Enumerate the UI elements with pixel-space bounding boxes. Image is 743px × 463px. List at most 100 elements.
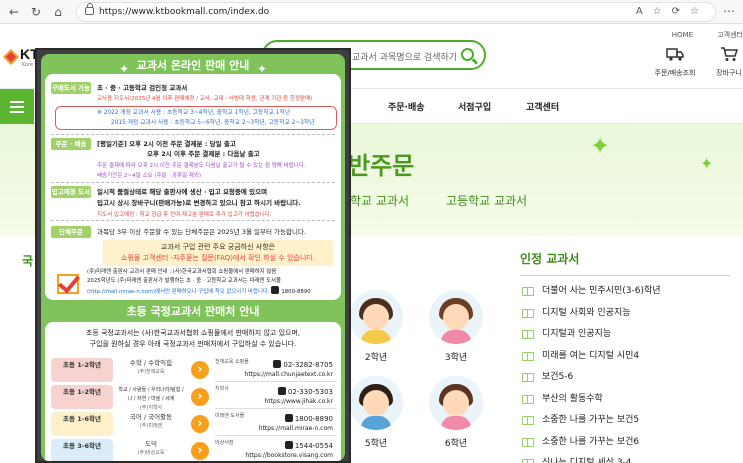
approved-textbook-item[interactable]: 소중한 나를 가꾸는 보건5 [508, 413, 743, 435]
url-text: https://www.ktbookmall.com/index.do [99, 7, 270, 17]
approved-textbook-item[interactable]: 디지털과 인공지능 [508, 327, 743, 349]
tab-actions-icon[interactable]: ⋯ [723, 4, 735, 18]
order-note2: 배송기간은 2~4일 소요 (주말 · 공휴일 제외) [97, 173, 202, 179]
order-line1: [평일기준] 오후 2시 이전 주문 결제분 : 당일 출고 [97, 140, 236, 148]
arrow-right-icon: › [191, 388, 209, 406]
grade-box: 초등 1-2학년 [51, 385, 113, 409]
phone-icon [271, 286, 280, 294]
top-link-home[interactable]: HOME [672, 31, 693, 39]
approved-textbook-item[interactable]: 디지털 사회와 인공지능 [508, 306, 743, 328]
approved-textbook-item[interactable]: 부산의 활동수학 [508, 392, 743, 414]
phone-icon [284, 441, 293, 449]
top-link-support[interactable]: 고객센터 [717, 31, 743, 39]
textbook-title: 디지털과 인공지능 [542, 329, 612, 339]
order-line2: 오후 2시 이후 주문 결제분 : 다음날 출고 [147, 150, 260, 158]
seller-publisher: (주)비상교육 [137, 450, 165, 456]
section2-title: 초등 국정교과서 판매처 안내 [126, 305, 260, 318]
vendor-name: 천재교육 쇼핑몰 [215, 359, 249, 365]
arrow-right-icon: › [191, 442, 209, 460]
back-arrow-icon[interactable]: ← [6, 4, 22, 20]
grade-box: 초등 1-2학년 [51, 358, 113, 382]
high-school-link[interactable]: 고등학교 교과서 [446, 192, 527, 209]
section2-line2: 구입을 원하실 경우 아래 국정교과서 판매처에서 구입하실 수 있습니다. [89, 340, 297, 348]
restock-line1: 일시적 품절상태로 해당 출판사에 생산 · 입고 요청중에 있으며 [97, 188, 268, 196]
purchase-line1: 초 · 중 · 고등학교 검인정 교과서 [97, 84, 188, 92]
nav-item-support[interactable]: 고객센터 [526, 100, 559, 113]
search-icon[interactable] [461, 48, 474, 61]
grade-3-button[interactable]: 3학년 [426, 290, 486, 363]
mirae-phone: 1800-8890 [281, 289, 311, 295]
vendor-phone: 1544-0554 [284, 441, 333, 450]
vendor-name: 비상서점 [215, 440, 234, 446]
faq-line2: 쇼핑몰 고객센터 -자주묻는 질문(FAQ)에서 확인 하실 수 있습니다. [121, 254, 315, 262]
vendor-box[interactable]: 지학사 02-330-5303 https://www.jihak.co.kr [215, 385, 337, 409]
grade-label: 5학년 [364, 439, 388, 449]
book-icon [522, 437, 534, 447]
star-decoration-icon: ✦ [700, 154, 714, 173]
vendor-phone: 02-3282-8705 [273, 360, 333, 369]
approved-textbook-item[interactable]: 신나는 디지털 세상 3-4 [508, 456, 743, 463]
seller-grade: 초등 1-6학년 [63, 415, 101, 423]
cart-button[interactable]: 장바구니 [704, 46, 743, 78]
online-sales-panel: 구매도서 가능 초 · 중 · 고등학교 검인정 교과서 교사용 지도서(202… [45, 74, 341, 300]
restock-note: 지도서 입고예정 : 학교 검급 후 잔여 재고분 판매로 추가 입고가 어렵습… [97, 212, 272, 218]
vendor-name: 지학사 [215, 386, 229, 392]
site-logo-sub: Kore [22, 62, 34, 68]
faq-notice[interactable]: 교과서 구입 관련 주요 궁금하신 사항은 쇼핑몰 고객센터 -자주묻는 질문(… [103, 240, 333, 266]
seller-subject: 국어 / 국어활동 [129, 413, 173, 421]
book-icon [522, 394, 534, 404]
popup-content: ✦ 교과서 온라인 판매 안내 ✦ 구매도서 가능 초 · 중 · 고등학교 검… [41, 54, 345, 461]
textbook-title: 디지털 사회와 인공지능 [542, 307, 631, 318]
vendor-box[interactable]: 천재교육 쇼핑몰 02-3282-8705 https://mall.chunjae… [215, 358, 337, 382]
seller-subject: 수학 / 수학익힘 [129, 359, 173, 367]
vendor-phone: 02-330-5303 [277, 387, 333, 396]
grade-2-button[interactable]: 2학년 [346, 290, 406, 363]
student-avatar-icon [349, 376, 403, 430]
mirae-line3[interactable]: (http://mall.mirae-n.com)에서만 판매하오니 구입에 착… [87, 289, 270, 295]
group-order-label: 단체주문 [51, 226, 91, 238]
vendor-url[interactable]: https://mall.mirae-n.com [259, 425, 333, 432]
vendor-box[interactable]: 비상서점 1544-0554 https://bookstore.visang.co… [215, 439, 337, 461]
restock-label: 입고예정 도서 [51, 186, 91, 198]
seller-publisher: (주)지학사 [139, 405, 163, 411]
order-label: 주문 · 배송 [51, 138, 91, 150]
section2-intro: 초등 국정교과서는 (사)한국교과서협회 쇼핑몰에서 판매하지 않고 있으며, … [45, 328, 341, 350]
separator [51, 182, 335, 183]
approved-textbook-item[interactable]: 더불어 사는 민주시민(3-6)학년 [508, 284, 743, 306]
phone-icon [284, 414, 293, 422]
vendor-url[interactable]: https://www.jihak.co.kr [265, 398, 334, 405]
phone-icon [277, 387, 286, 395]
logo-mark-icon [3, 49, 19, 65]
grade-5-button[interactable]: 5학년 [346, 376, 406, 449]
grade-6-button[interactable]: 6학년 [426, 376, 486, 449]
student-avatar-icon [429, 376, 483, 430]
vendor-url[interactable]: https://mall.chunjaetext.co.kr [245, 371, 333, 378]
grade-box: 초등 3-6학년 [51, 439, 113, 461]
address-bar[interactable]: https://www.ktbookmall.com/index.do A☆⟳☆ [76, 2, 716, 22]
approved-textbook-item[interactable]: 소중한 나를 가꾸는 보건6 [508, 435, 743, 457]
vendor-box[interactable]: 미래엔 도서몰 1800-8890 https://mall.mirae-n.com [215, 412, 337, 436]
approved-textbook-item[interactable]: 보건5-6 [508, 370, 743, 392]
nav-item-order-delivery[interactable]: 주문·배송 [388, 100, 425, 113]
purchase-line2: 교사용 지도서(2025년 4월 이후 판매예정 / 교사, 교대 · 사범대 … [97, 96, 313, 102]
mirae-line2: 2025학년도 (주)미래엔 출판사가 발행하는 초 · 중 · 고등학교 교과… [87, 278, 281, 284]
vendor-phone-number: 1544-0554 [294, 442, 333, 450]
cart-label: 장바구니 [716, 69, 742, 77]
book-icon [522, 373, 534, 382]
mirae-notice: (주)미래엔 출판사 교과서 판매 안내 : (사)한국교과서협회 쇼핑몰에서 … [87, 268, 311, 297]
grade-box: 초등 1-6학년 [51, 412, 113, 436]
vendor-url[interactable]: https://bookstore.visang.com [245, 452, 333, 459]
home-icon[interactable]: ⌂ [50, 4, 66, 20]
browser-tools-icons[interactable]: A☆⟳☆ [636, 6, 709, 17]
seller-grade: 초등 1-2학년 [63, 361, 101, 369]
purchase-label: 구매도서 가능 [51, 82, 91, 94]
seller-subject: 학교 / 사람들 / 우리나라/탐험 / 나 / 자연 / 마을 / 세계 [118, 387, 184, 402]
reload-icon[interactable]: ↻ [28, 4, 44, 20]
nav-item-bookstore[interactable]: 서점구입 [458, 100, 491, 113]
approved-textbook-item[interactable]: 미래를 여는 디지털 시민4 [508, 349, 743, 371]
order-tracking-button[interactable]: 주문/배송조회 [650, 46, 700, 78]
seller-grade: 초등 1-2학년 [63, 388, 101, 396]
middle-school-link[interactable]: 학교 교과서 [350, 192, 409, 209]
vendor-phone-number: 1800-8890 [294, 415, 333, 423]
hamburger-menu-icon[interactable] [0, 89, 34, 125]
